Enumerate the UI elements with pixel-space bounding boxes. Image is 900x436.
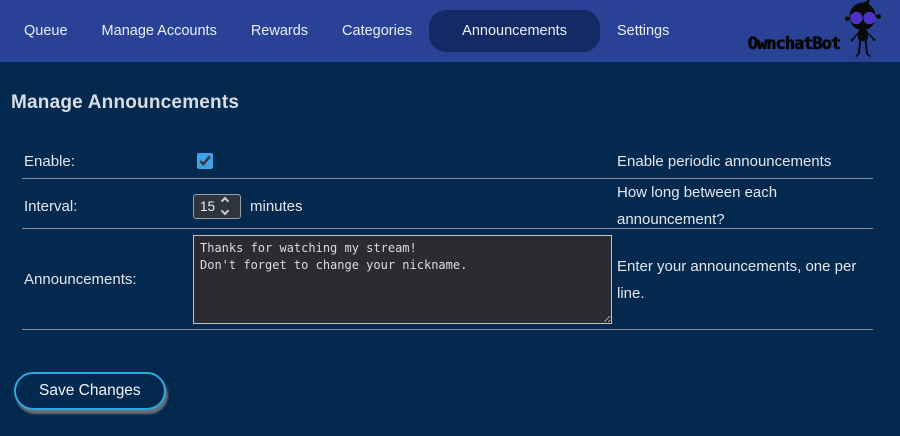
page-title: Manage Announcements — [11, 92, 900, 114]
nav-item-announcements[interactable]: Announcements — [429, 10, 600, 52]
spinner-up-icon[interactable] — [221, 197, 229, 205]
form-row-announcements: Announcements: Thanks for watching my st… — [22, 229, 873, 330]
announcements-form: Enable: Enable periodic announcements In… — [22, 144, 873, 330]
robot-mascot-icon — [836, 0, 886, 58]
form-row-enable: Enable: Enable periodic announcements — [22, 144, 873, 179]
nav-item-settings[interactable]: Settings — [600, 10, 686, 52]
interval-input[interactable] — [194, 199, 220, 214]
interval-label: Interval: — [22, 198, 193, 215]
interval-unit-label: minutes — [250, 198, 303, 215]
spinner-down-icon[interactable] — [221, 207, 229, 215]
interval-help-text: How long between each announcement? — [617, 179, 867, 233]
main-content: Manage Announcements Enable: Enable peri… — [0, 92, 900, 410]
form-row-interval: Interval: minutes How long between each … — [22, 179, 873, 229]
announcements-textarea[interactable]: Thanks for watching my stream! Don't for… — [193, 235, 612, 324]
enable-checkbox[interactable] — [197, 153, 213, 169]
nav-bar: Queue Manage Accounts Rewards Categories… — [0, 0, 900, 62]
enable-label: Enable: — [22, 153, 193, 170]
announcements-help-text: Enter your announcements, one per line. — [617, 253, 867, 307]
interval-number-field — [193, 194, 241, 219]
nav-item-manage-accounts[interactable]: Manage Accounts — [85, 10, 234, 52]
save-changes-button[interactable]: Save Changes — [14, 372, 166, 410]
nav-item-categories[interactable]: Categories — [325, 10, 429, 52]
logo: OwnchatBot — [748, 0, 886, 62]
nav-item-queue[interactable]: Queue — [7, 10, 85, 52]
announcements-label: Announcements: — [22, 271, 193, 288]
logo-text: OwnchatBot — [748, 34, 840, 54]
nav-item-rewards[interactable]: Rewards — [234, 10, 325, 52]
enable-help-text: Enable periodic announcements — [617, 148, 867, 175]
interval-spinner[interactable] — [220, 196, 233, 216]
